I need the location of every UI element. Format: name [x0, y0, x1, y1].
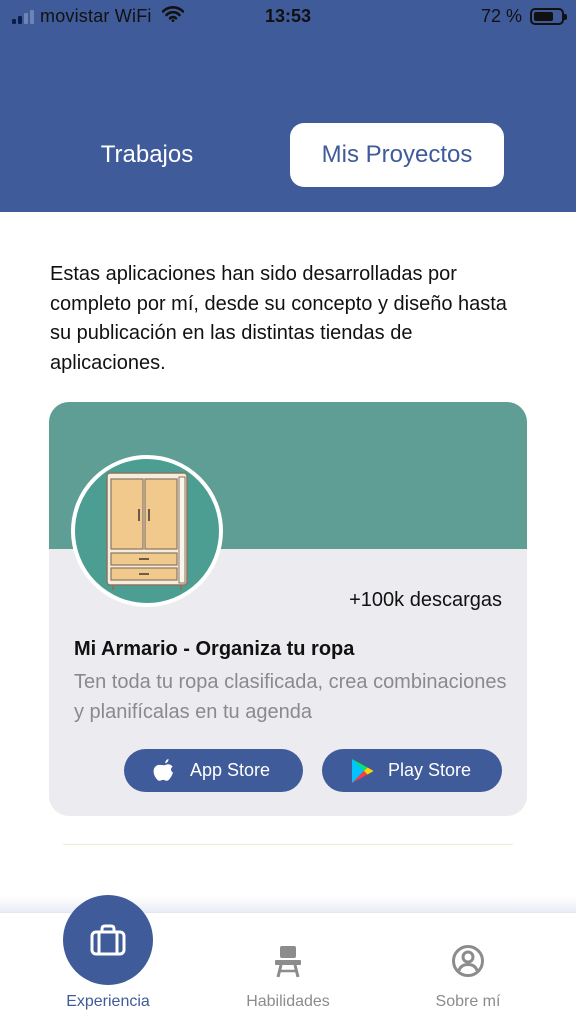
project-card[interactable]: +100k descargas Mi Armario - Organiza tu…	[49, 402, 527, 816]
battery-icon	[530, 8, 567, 25]
nav-label-experiencia: Experiencia	[66, 993, 150, 1010]
project-title: Mi Armario - Organiza tu ropa	[74, 638, 355, 660]
app-store-button[interactable]: App Store	[124, 749, 303, 792]
user-circle-icon	[448, 941, 488, 981]
play-store-label: Play Store	[388, 760, 472, 780]
download-count: +100k descargas	[349, 589, 502, 611]
nav-item-habilidades[interactable]: Habilidades	[228, 913, 348, 1024]
apple-icon	[152, 758, 176, 784]
tab-mis-proyectos[interactable]: Mis Proyectos	[290, 123, 504, 187]
intro-text: Estas aplicaciones han sido desarrollada…	[50, 263, 507, 374]
nav-item-experiencia[interactable]: Experiencia	[48, 895, 168, 1024]
nav-label-sobre-mi: Sobre mí	[435, 993, 501, 1010]
nav-label-habilidades: Habilidades	[246, 993, 330, 1010]
wardrobe-icon	[71, 455, 223, 607]
nav-item-sobre-mi[interactable]: Sobre mí	[408, 913, 528, 1024]
play-store-button[interactable]: Play Store	[322, 749, 502, 792]
header: movistar WiFi 13:53 72 % Trabajos Mis Pr…	[0, 0, 576, 212]
bottom-nav: Experiencia Habilidades Sobre mí	[0, 895, 576, 1024]
project-description: Ten toda tu ropa clasificada, crea combi…	[74, 671, 507, 723]
tab-trabajos[interactable]: Trabajos	[40, 123, 254, 187]
divider	[63, 844, 513, 845]
battery-percent: 72 %	[480, 6, 522, 26]
school-desk-icon	[268, 941, 308, 981]
briefcase-icon	[63, 895, 153, 985]
play-store-icon	[350, 758, 374, 784]
battery-level	[534, 12, 553, 21]
status-bar: movistar WiFi 13:53 72 %	[0, 0, 576, 34]
app-store-label: App Store	[190, 760, 271, 780]
status-right: 72 %	[480, 6, 567, 27]
